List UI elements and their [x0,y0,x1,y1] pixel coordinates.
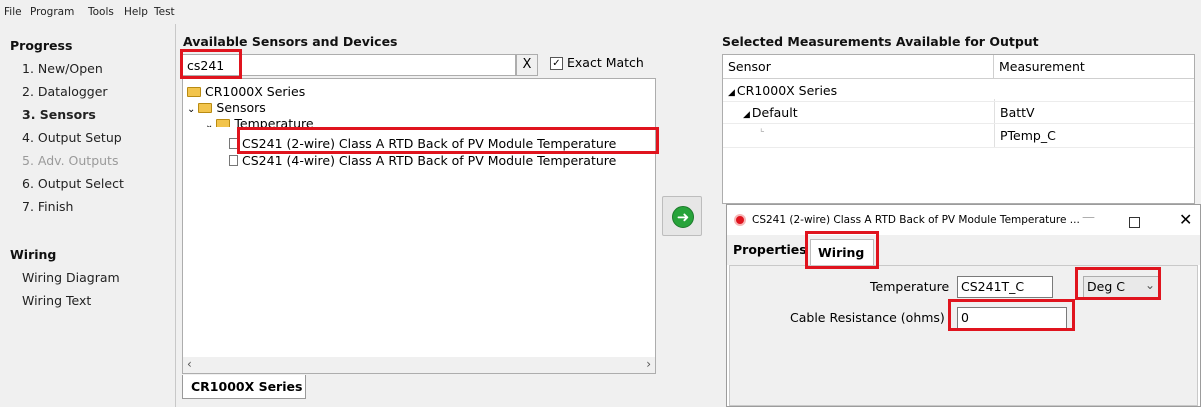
grid-row-default[interactable]: ◢ Default [743,105,798,120]
expand-chevron-icon[interactable]: ⌄ [187,104,195,115]
grid-cell-measurement[interactable]: BattV [1000,105,1035,120]
step-sensors[interactable]: 3. Sensors [22,107,96,122]
maximize-icon[interactable] [1129,217,1140,228]
collapse-triangle-icon[interactable]: ◢ [728,88,735,98]
cable-resistance-label: Cable Resistance (ohms) [790,310,945,325]
highlight-wiring-tab [805,231,879,269]
column-header-sensor[interactable]: Sensor [723,55,994,79]
add-measurement-button[interactable]: ➜ [662,196,702,236]
tab-cr1000x-series[interactable]: CR1000X Series [182,375,306,399]
progress-title: Progress [10,38,73,53]
outputs-title: Selected Measurements Available for Outp… [722,34,1039,49]
menu-test[interactable]: Test [154,6,175,18]
menu-help[interactable]: Help [124,6,148,18]
highlight-unit-select [1075,267,1161,300]
close-icon[interactable]: ✕ [1179,210,1192,229]
dialog-title: CS241 (2-wire) Class A RTD Back of PV Mo… [752,214,1080,226]
menu-bar: File Program Tools Help Test [0,0,1201,24]
menu-tools[interactable]: Tools [88,6,114,18]
scroll-left-icon[interactable]: ‹ [187,357,192,371]
progress-panel: Progress 1. New/Open 2. Datalogger 3. Se… [0,24,176,407]
tree-root-label: CR1000X Series [205,84,306,99]
tab-properties[interactable]: Properties [733,242,807,257]
collapse-triangle-icon[interactable]: ◢ [743,110,750,120]
tree-node-root[interactable]: CR1000X Series [187,84,305,99]
temperature-variable-field[interactable]: CS241T_C [957,276,1053,298]
expand-chevron-icon[interactable]: ⌄ [205,120,213,127]
row-divider [723,123,1194,124]
grid-cell-sensor: CR1000X Series [736,83,838,98]
row-divider [723,147,1194,148]
menu-program[interactable]: Program [30,6,74,18]
tree-connector-icon: ⌞ [760,123,765,134]
row-divider [723,101,1194,102]
wiring-text-link[interactable]: Wiring Text [22,293,91,308]
exact-match-checkbox[interactable]: ✓ [550,57,563,70]
arrow-right-icon: ➜ [672,206,694,228]
folder-open-icon [198,103,213,113]
step-finish[interactable]: 7. Finish [22,199,73,214]
step-output-select[interactable]: 6. Output Select [22,176,124,191]
exact-match-label: Exact Match [567,55,644,70]
step-adv-outputs[interactable]: 5. Adv. Outputs [22,153,118,168]
minimize-icon[interactable]: — [1082,210,1095,225]
grid-cell-measurement[interactable]: PTemp_C [1000,128,1056,143]
temperature-label: Temperature [870,279,950,294]
highlight-selected-sensor [237,127,659,154]
step-output-setup[interactable]: 4. Output Setup [22,130,122,145]
tree-item-cs241-4wire[interactable]: CS241 (4-wire) Class A RTD Back of PV Mo… [229,153,616,168]
tree-item-label: CS241 (4-wire) Class A RTD Back of PV Mo… [242,153,617,168]
dialog-title-bar: CS241 (2-wire) Class A RTD Back of PV Mo… [727,205,1200,235]
sensor-tree: CR1000X Series ⌄ Sensors ⌄ Temperature CS2… [182,78,656,374]
highlight-search [180,49,242,79]
grid-row-root[interactable]: ◢ CR1000X Series [728,83,837,98]
app-icon [734,214,746,226]
folder-open-icon [187,87,201,97]
tree-horizontal-scrollbar[interactable]: ‹ › [183,357,655,373]
step-new-open[interactable]: 1. New/Open [22,61,103,76]
highlight-cable-resistance [948,299,1075,331]
tree-sensors-label: Sensors [216,100,266,115]
tree-temperature-label: Temperature [234,116,314,127]
column-header-measurement[interactable]: Measurement [994,55,1194,79]
tree-node-sensors[interactable]: ⌄ Sensors [187,100,266,115]
folder-open-icon [216,119,231,127]
wiring-diagram-link[interactable]: Wiring Diagram [22,270,120,285]
clear-search-button[interactable]: X [516,54,538,76]
document-icon [229,155,238,166]
grid-cell-sensor: Default [751,105,798,120]
measurements-grid: Sensor Measurement ◢ CR1000X Series ◢ Defa… [722,54,1195,204]
step-datalogger[interactable]: 2. Datalogger [22,84,108,99]
wiring-title: Wiring [10,247,57,262]
dialog-tabs: Properties Wiring [727,235,1200,265]
tree-node-temperature[interactable]: ⌄ Temperature [205,116,314,127]
sensors-title: Available Sensors and Devices [183,34,398,49]
menu-file[interactable]: File [4,6,22,18]
scroll-right-icon[interactable]: › [646,357,651,371]
